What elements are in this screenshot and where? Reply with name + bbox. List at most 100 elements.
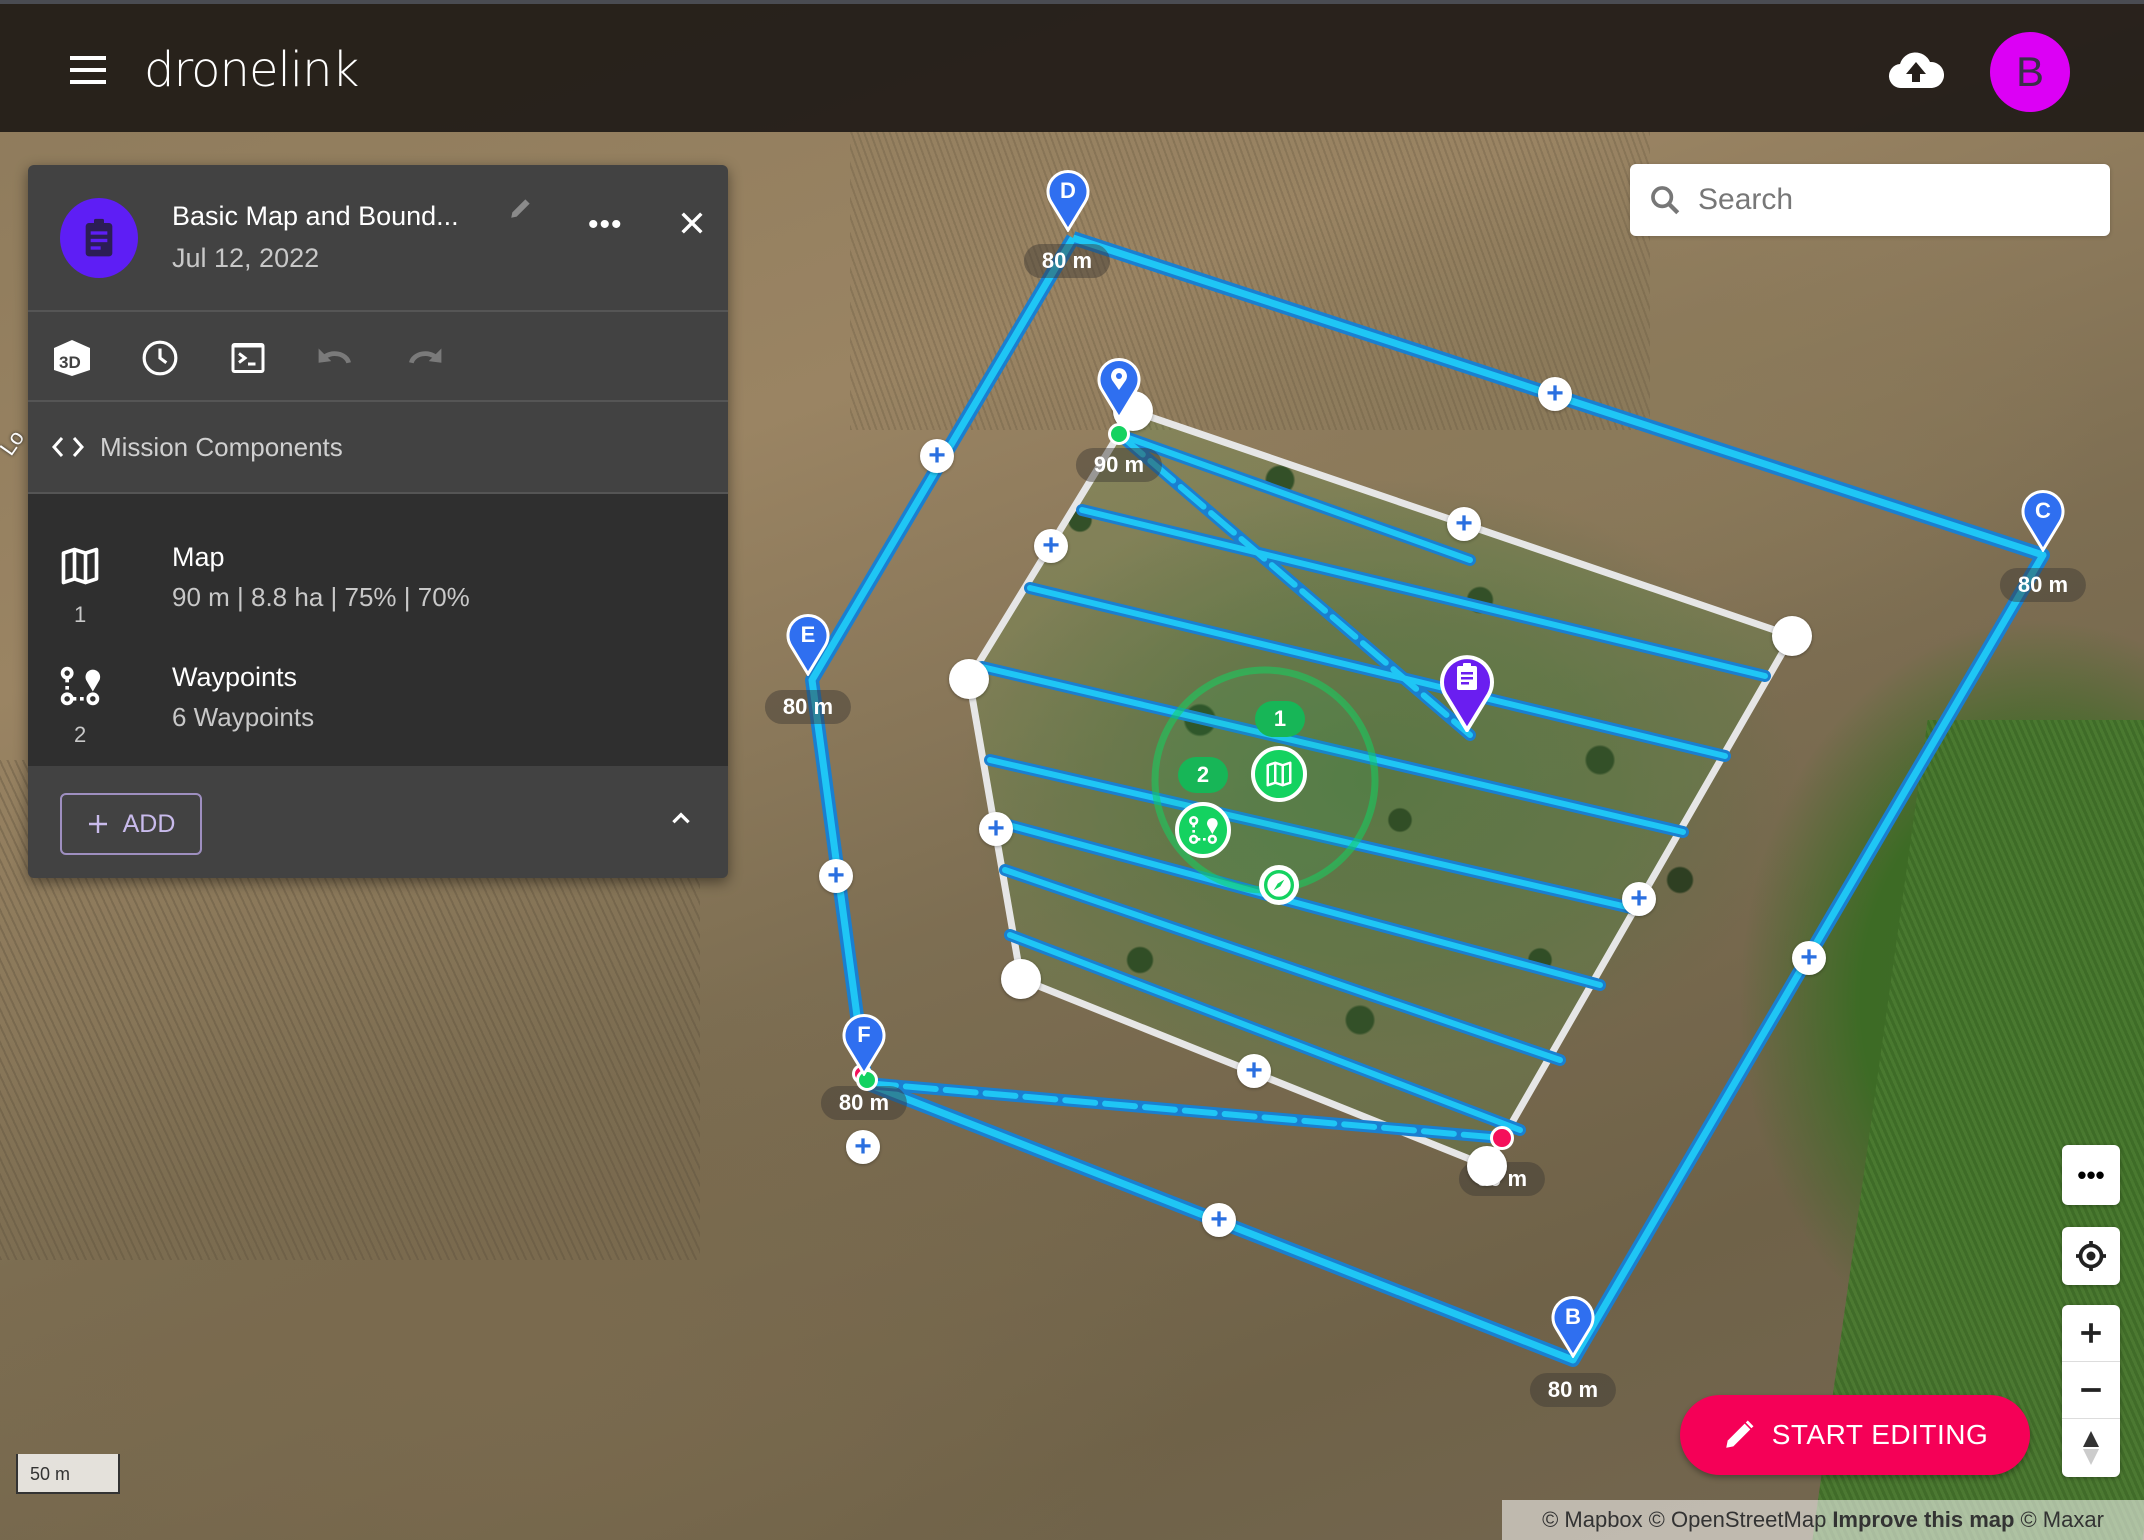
edit-name-button[interactable]: [508, 195, 538, 225]
plan-title[interactable]: Basic Map and Bound...: [172, 201, 459, 232]
zoom-controls: [2062, 1305, 2120, 1477]
map-end-dot: [1490, 1126, 1514, 1150]
plan-date: Jul 12, 2022: [172, 243, 320, 273]
add-waypoint-node[interactable]: +: [1202, 1203, 1236, 1237]
component-item-waypoints[interactable]: 2 Waypoints 6 Waypoints: [28, 654, 728, 764]
component-title: Map: [172, 542, 225, 572]
add-map-vertex-node[interactable]: +: [1622, 882, 1656, 916]
waypoints-icon: [1189, 816, 1218, 844]
map-icon: [61, 547, 99, 585]
component-subtitle: 90 m | 8.8 ha | 75% | 70%: [172, 582, 470, 612]
zoom-in-button[interactable]: [2062, 1305, 2120, 1362]
3d-icon: 3D: [54, 340, 90, 376]
plan-marker[interactable]: [1439, 652, 1495, 734]
upload-button[interactable]: [1888, 50, 1948, 94]
component-item-map[interactable]: 1 Map 90 m | 8.8 ha | 75% | 70%: [28, 534, 728, 644]
more-options-button[interactable]: •••: [588, 210, 623, 240]
minus-icon: [2081, 1388, 2101, 1392]
add-label: ADD: [122, 809, 176, 838]
compass-north-icon: [2083, 1430, 2099, 1465]
add-map-vertex-node[interactable]: +: [1034, 529, 1068, 563]
locate-button[interactable]: [2062, 1227, 2120, 1285]
search-input[interactable]: [1698, 183, 2078, 217]
console-button[interactable]: [226, 336, 270, 380]
undo-icon: [318, 348, 351, 364]
altitude-label-f: 80 m: [820, 1086, 908, 1120]
pencil-icon: [511, 199, 530, 218]
panel-footer: ADD: [28, 766, 728, 876]
map-component-marker[interactable]: [1251, 746, 1307, 802]
start-editing-button[interactable]: START EDITING: [1680, 1395, 2030, 1475]
component-index: 1: [74, 602, 87, 627]
history-button[interactable]: [138, 336, 182, 380]
add-waypoint-node[interactable]: +: [1792, 941, 1826, 975]
start-editing-label: START EDITING: [1771, 1419, 1989, 1450]
map-area-vertex[interactable]: [1001, 959, 1041, 999]
3d-view-button[interactable]: 3D: [50, 336, 94, 380]
map-attribution: © Mapbox © OpenStreetMap Improve this ma…: [1502, 1500, 2144, 1540]
menu-icon: [70, 56, 110, 84]
plus-icon: [2081, 1323, 2101, 1343]
component-badge-2: 2: [1178, 757, 1228, 793]
app-logo[interactable]: dronelink: [144, 42, 359, 98]
component-index: 2: [74, 722, 87, 747]
user-avatar[interactable]: B: [1990, 32, 2070, 112]
redo-button[interactable]: [402, 336, 446, 380]
plan-toolbar: 3D: [28, 312, 728, 402]
mission-components-header[interactable]: Mission Components: [28, 402, 728, 494]
add-waypoint-node[interactable]: +: [819, 859, 853, 893]
map-start-altitude-label: 90 m: [1075, 448, 1163, 482]
collapse-button[interactable]: [668, 806, 698, 836]
undo-button[interactable]: [314, 336, 358, 380]
close-icon: [681, 212, 703, 234]
clipboard-icon: [85, 218, 113, 257]
close-button[interactable]: [676, 207, 712, 243]
waypoint-marker-b[interactable]: B: [1550, 1294, 1596, 1359]
waypoints-component-marker[interactable]: [1175, 802, 1231, 858]
svg-text:3D: 3D: [59, 353, 81, 372]
zoom-out-button[interactable]: [2062, 1362, 2120, 1419]
add-map-vertex-node[interactable]: +: [1447, 507, 1481, 541]
map-scale: 50 m: [16, 1454, 120, 1494]
map-more-button[interactable]: •••: [2062, 1145, 2120, 1205]
map-area-vertex[interactable]: [1467, 1146, 1507, 1186]
terminal-icon: [231, 343, 265, 373]
compass-reset-button[interactable]: [2062, 1419, 2120, 1476]
maxar-link[interactable]: © Maxar: [2020, 1507, 2103, 1533]
heading-marker[interactable]: [1259, 865, 1299, 905]
plan-header: Basic Map and Bound... Jul 12, 2022 •••: [28, 165, 728, 312]
altitude-label-b: 80 m: [1529, 1373, 1617, 1407]
app-header: dronelink B: [0, 0, 2144, 132]
altitude-label-d: 80 m: [1023, 244, 1111, 278]
add-waypoint-node[interactable]: +: [846, 1130, 880, 1164]
map-area-vertex[interactable]: [1772, 616, 1812, 656]
mission-components-label: Mission Components: [100, 432, 343, 462]
compass-icon: [1264, 870, 1294, 900]
cloud-upload-icon: [1888, 52, 1945, 89]
waypoints-icon: [60, 666, 101, 706]
waypoint-marker-e[interactable]: E: [785, 612, 831, 677]
locate-icon: [2076, 1241, 2106, 1271]
osm-link[interactable]: © OpenStreetMap: [1649, 1507, 1827, 1533]
map-start-marker[interactable]: [1096, 356, 1142, 421]
clipboard-pin-icon: [1440, 655, 1494, 734]
waypoint-marker-c[interactable]: C: [2020, 488, 2066, 553]
code-icon: [51, 437, 85, 457]
add-component-button[interactable]: ADD: [60, 793, 202, 855]
add-waypoint-node[interactable]: +: [1538, 377, 1572, 411]
add-waypoint-node[interactable]: +: [920, 439, 954, 473]
add-map-vertex-node[interactable]: +: [1237, 1054, 1271, 1088]
waypoint-marker-d[interactable]: D: [1045, 168, 1091, 233]
altitude-label-e: 80 m: [764, 690, 852, 724]
component-badge-1: 1: [1255, 701, 1305, 737]
map-area-vertex[interactable]: [949, 659, 989, 699]
mapbox-link[interactable]: © Mapbox: [1542, 1507, 1643, 1533]
map-start-dot: [1108, 423, 1130, 445]
menu-button[interactable]: [70, 56, 110, 86]
map-icon: [1266, 761, 1292, 787]
redo-icon: [409, 348, 442, 364]
improve-map-label: Improve this map: [1832, 1507, 2015, 1532]
improve-map-link[interactable]: Improve this map: [1832, 1507, 2014, 1533]
waypoint-marker-f[interactable]: F: [841, 1012, 887, 1077]
add-map-vertex-node[interactable]: +: [979, 812, 1013, 846]
